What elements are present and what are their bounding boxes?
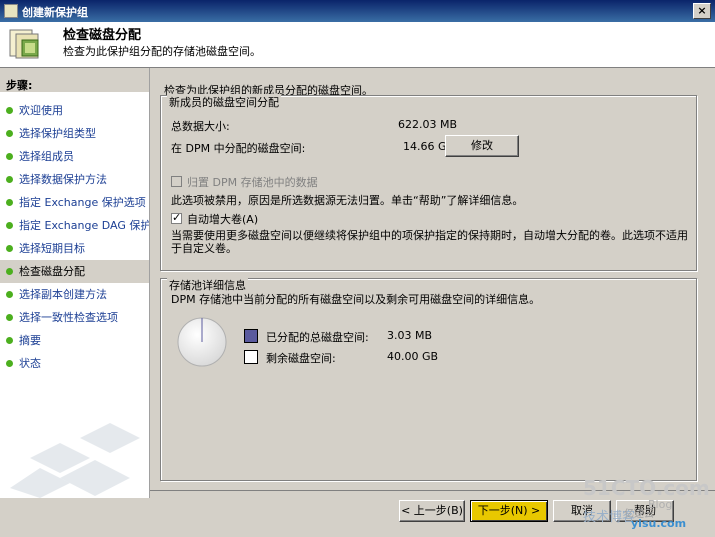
sidebar-step-item[interactable]: 状态 <box>0 352 149 375</box>
step-bullet-icon <box>6 360 13 367</box>
next-button[interactable]: 下一步(N) > <box>470 500 548 522</box>
pool-description: DPM 存储池中当前分配的所有磁盘空间以及剩余可用磁盘空间的详细信息。 <box>171 293 541 306</box>
dpm-space-label: 在 DPM 中分配的磁盘空间: <box>171 142 306 155</box>
auto-grow-label: 自动增大卷(A) <box>187 213 259 226</box>
protection-group-icon <box>9 29 39 59</box>
steps-heading: 步骤: <box>0 68 149 92</box>
sidebar-step-item[interactable]: 指定 Exchange DAG 保护 <box>0 214 149 237</box>
watermark-site: 51CTO.com <box>583 476 710 500</box>
wizard-header: 检查磁盘分配 检查为此保护组分配的存储池磁盘空间。 <box>0 22 715 68</box>
main-content: 检查为此保护组的新成员分配的磁盘空间。 新成员的磁盘空间分配 总数据大小: 62… <box>150 68 715 498</box>
allocated-label: 已分配的总磁盘空间: <box>266 331 369 344</box>
sidebar-step-label: 状态 <box>19 357 41 370</box>
disk-usage-pie <box>177 317 227 367</box>
auto-grow-checkbox[interactable] <box>171 211 182 224</box>
sidebar-step-item[interactable]: 检查磁盘分配 <box>0 260 149 283</box>
sidebar-step-item[interactable]: 选择数据保护方法 <box>0 168 149 191</box>
sidebar-step-label: 指定 Exchange DAG 保护 <box>19 219 150 232</box>
archive-checkbox[interactable] <box>171 176 182 187</box>
total-size-label: 总数据大小: <box>171 120 230 133</box>
title-bar: 创建新保护组 × <box>0 0 715 22</box>
sidebar-step-item[interactable]: 选择一致性检查选项 <box>0 306 149 329</box>
watermark-brand-url: yisu.com <box>631 517 687 530</box>
step-bullet-icon <box>6 199 13 206</box>
step-bullet-icon <box>6 337 13 344</box>
free-label: 剩余磁盘空间: <box>266 352 336 365</box>
step-bullet-icon <box>6 245 13 252</box>
sidebar-step-label: 选择短期目标 <box>19 242 85 255</box>
step-bullet-icon <box>6 153 13 160</box>
total-size-value: 622.03 MB <box>398 118 458 131</box>
sidebar-step-item[interactable]: 选择组成员 <box>0 145 149 168</box>
sidebar-step-item[interactable]: 选择保护组类型 <box>0 122 149 145</box>
storage-pool-group: 存储池详细信息 DPM 存储池中当前分配的所有磁盘空间以及剩余可用磁盘空间的详细… <box>160 277 697 481</box>
sidebar-step-item[interactable]: 摘要 <box>0 329 149 352</box>
sidebar-decoration <box>10 423 140 498</box>
sidebar-step-label: 选择数据保护方法 <box>19 173 107 186</box>
steps-sidebar: 步骤: 欢迎使用选择保护组类型 选择组成员选择数据保护方法指定 Exchange … <box>0 68 150 498</box>
step-bullet-icon <box>6 107 13 114</box>
sidebar-step-item[interactable]: 选择短期目标 <box>0 237 149 260</box>
page-title: 检查磁盘分配 <box>63 28 142 43</box>
sidebar-step-label: 指定 Exchange 保护选项 <box>19 196 146 209</box>
close-icon[interactable]: × <box>693 3 711 19</box>
sidebar-step-label: 选择一致性检查选项 <box>19 311 118 324</box>
free-value: 40.00 GB <box>387 350 439 363</box>
modify-button[interactable]: 修改 <box>445 135 519 157</box>
step-bullet-icon <box>6 314 13 321</box>
allocated-value: 3.03 MB <box>387 329 433 342</box>
step-bullet-icon <box>6 130 13 137</box>
back-button[interactable]: < 上一步(B) <box>399 500 465 522</box>
allocated-legend-swatch <box>244 329 258 343</box>
new-member-allocation-group: 新成员的磁盘空间分配 总数据大小: 622.03 MB 在 DPM 中分配的磁盘… <box>160 94 697 271</box>
step-bullet-icon <box>6 222 13 229</box>
free-legend-swatch <box>244 350 258 364</box>
sidebar-step-label: 选择副本创建方法 <box>19 288 107 301</box>
window-title: 创建新保护组 <box>22 6 88 19</box>
auto-grow-description: 当需要使用更多磁盘空间以便继续将保护组中的项保护指定的保持期时，自动增大分配的卷… <box>171 229 688 255</box>
sidebar-step-item[interactable]: 指定 Exchange 保护选项 <box>0 191 149 214</box>
group-label: 新成员的磁盘空间分配 <box>167 94 281 110</box>
sidebar-step-label: 摘要 <box>19 334 41 347</box>
step-bullet-icon <box>6 176 13 183</box>
step-bullet-icon <box>6 268 13 275</box>
sidebar-step-label: 选择保护组类型 <box>19 127 96 140</box>
sidebar-step-item[interactable]: 选择副本创建方法 <box>0 283 149 306</box>
sidebar-step-label: 选择组成员 <box>19 150 74 163</box>
archive-checkbox-label: 归置 DPM 存储池中的数据 <box>187 176 318 189</box>
sidebar-step-item[interactable]: 欢迎使用 <box>0 99 149 122</box>
sidebar-step-label: 检查磁盘分配 <box>19 265 85 278</box>
sidebar-step-label: 欢迎使用 <box>19 104 63 117</box>
steps-list: 欢迎使用选择保护组类型 选择组成员选择数据保护方法指定 Exchange 保护选项… <box>0 99 149 375</box>
archive-disabled-note: 此选项被禁用，原因是所选数据源无法归置。单击“帮助”了解详细信息。 <box>171 194 524 207</box>
app-icon <box>4 4 18 18</box>
step-bullet-icon <box>6 291 13 298</box>
page-subtitle: 检查为此保护组分配的存储池磁盘空间。 <box>63 45 261 58</box>
